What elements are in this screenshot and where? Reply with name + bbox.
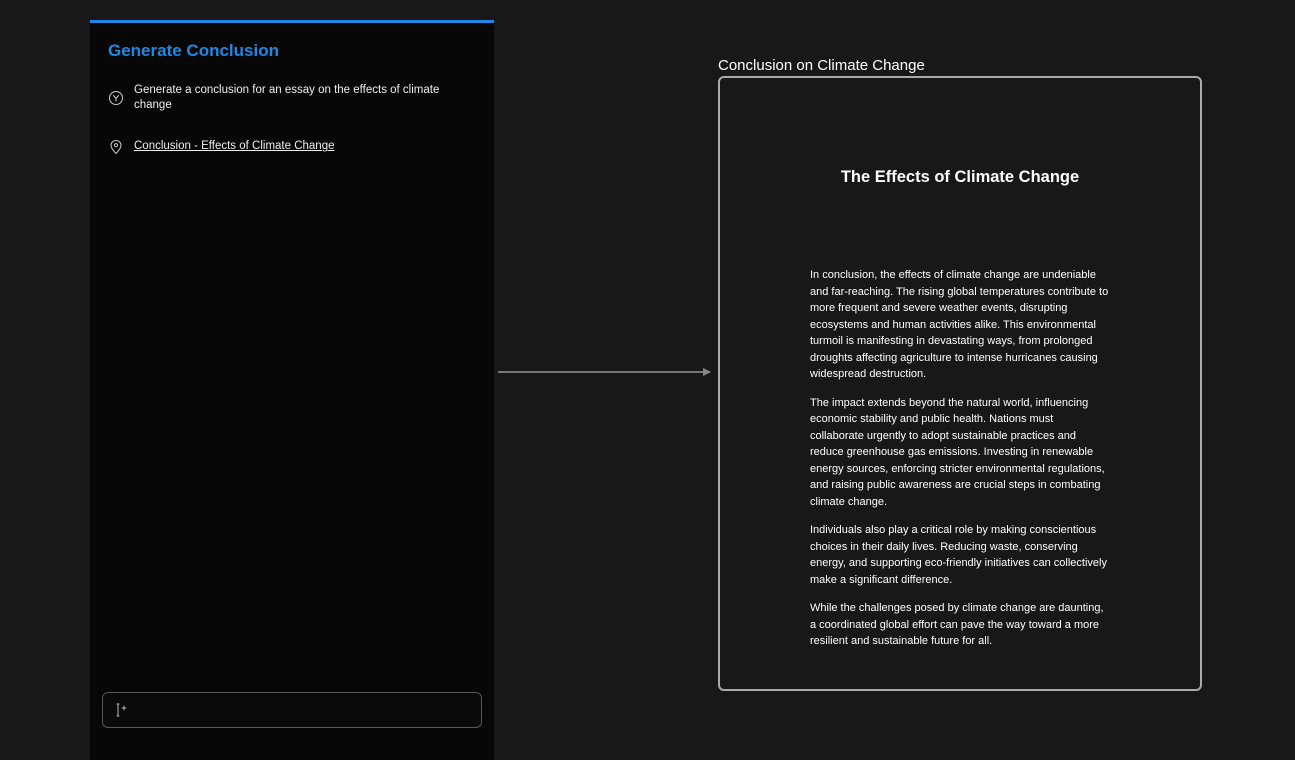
output-block: Conclusion on Climate Change The Effects… (718, 57, 1202, 691)
prompt-input[interactable] (102, 692, 482, 728)
output-link-text[interactable]: Conclusion - Effects of Climate Change (134, 139, 335, 154)
document-paragraph: The impact extends beyond the natural wo… (810, 395, 1110, 511)
document-heading: The Effects of Climate Change (810, 168, 1110, 187)
document-preview: The Effects of Climate Change In conclus… (718, 76, 1202, 691)
document-paragraph: Individuals also play a critical role by… (810, 522, 1110, 588)
text-cursor-sparkle-icon (113, 702, 129, 718)
output-link-row[interactable]: Conclusion - Effects of Climate Change (108, 139, 476, 155)
prompt-row: Generate a conclusion for an essay on th… (108, 83, 476, 113)
prompt-text: Generate a conclusion for an essay on th… (134, 83, 476, 113)
document-paragraph: In conclusion, the effects of climate ch… (810, 267, 1110, 383)
flow-arrow (498, 371, 710, 373)
output-title: Conclusion on Climate Change (718, 57, 1202, 74)
generate-panel: Generate Conclusion Generate a conclusio… (90, 20, 494, 760)
panel-title: Generate Conclusion (108, 41, 476, 61)
pin-icon (108, 139, 124, 155)
y-circle-icon (108, 90, 124, 106)
document-paragraph: While the challenges posed by climate ch… (810, 600, 1110, 650)
